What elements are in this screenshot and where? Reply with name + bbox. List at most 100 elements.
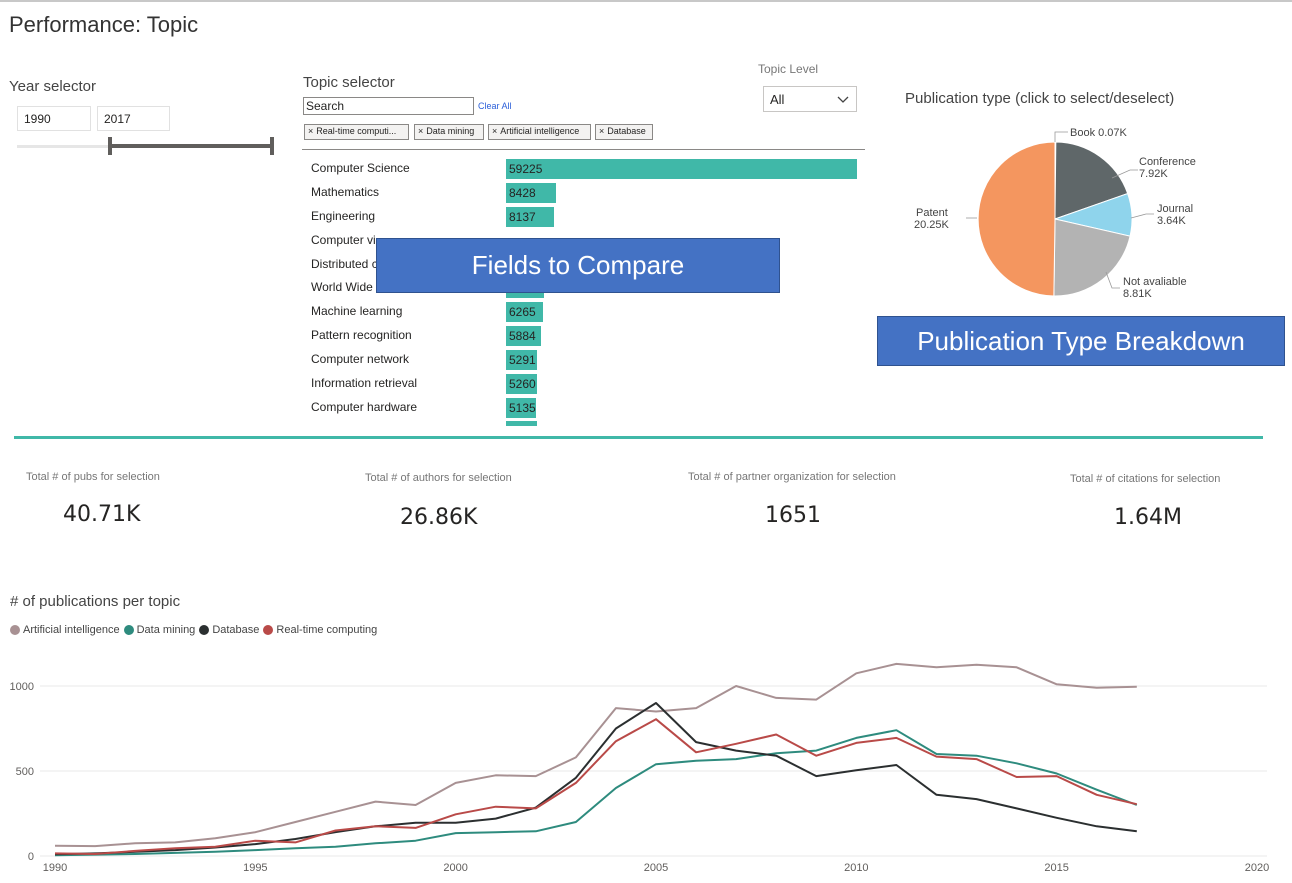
pie-slice-patent[interactable]: [977, 141, 1056, 297]
series-line-real-time-computing[interactable]: [54, 718, 1138, 855]
leader-line-book: [1054, 131, 1068, 142]
topic-row-label: Computer vi: [311, 233, 376, 247]
y-tick-label: 1000: [10, 681, 34, 693]
y-tick-label: 0: [28, 851, 34, 863]
topic-row-value: 8137: [509, 210, 536, 224]
topic-row-label: Information retrieval: [311, 376, 418, 390]
topic-row-value: 5135: [509, 401, 536, 415]
x-tick-label: 1995: [243, 862, 267, 874]
year-to-input[interactable]: 2017: [97, 106, 170, 131]
legend-label: Artificial intelligence: [23, 624, 120, 636]
topic-row-value: 6265: [509, 305, 536, 319]
chip-real-time-computing[interactable]: × Real-time computi...: [304, 124, 409, 140]
topic-row-label: Pattern recognition: [311, 328, 412, 342]
x-tick-label: 2015: [1044, 862, 1068, 874]
x-tick-label: 1990: [43, 862, 67, 874]
publication-type-pie[interactable]: Book 0.07K Conference 7.92K Journal 3.64…: [880, 118, 1280, 308]
leader-line-journal: [1130, 213, 1154, 219]
pie-label-journal: Journal: [1157, 203, 1193, 215]
pie-label-conference: Conference: [1139, 156, 1196, 168]
legend-dot: [123, 625, 134, 635]
topic-row-bar: [506, 159, 857, 179]
pie-label-not-available: Not avaliable: [1123, 276, 1187, 288]
kpi-pubs-value: 40.71K: [63, 502, 141, 527]
topic-row-label: Mathematics: [311, 185, 380, 199]
y-tick-label: 500: [16, 766, 34, 778]
chip-label: Real-time computi...: [316, 126, 397, 136]
legend-item-data-mining[interactable]: Data mining: [123, 624, 196, 636]
series-line-data-mining[interactable]: [54, 729, 1138, 857]
topic-row[interactable]: Machine learning 6265: [303, 300, 863, 324]
pie-label-book: Book 0.07K: [1070, 127, 1128, 139]
topic-row[interactable]: Computer hardware 5135: [303, 396, 863, 420]
legend-dot: [263, 625, 274, 635]
kpi-pubs-label: Total # of pubs for selection: [26, 471, 160, 483]
topic-row-label: World Wide: [311, 280, 373, 294]
year-slider-end-handle[interactable]: [270, 137, 274, 155]
topic-row-label: Computer Science: [311, 161, 410, 175]
x-tick-label: 2010: [844, 862, 868, 874]
close-icon[interactable]: ×: [308, 126, 313, 136]
topic-level-dropdown[interactable]: All: [763, 86, 857, 112]
topic-row-label: Distributed c: [311, 257, 378, 271]
topic-row[interactable]: Computer Science 59225: [303, 157, 863, 181]
topic-row[interactable]: Information retrieval 5260: [303, 372, 863, 396]
chevron-down-icon: [837, 96, 849, 103]
fields-to-compare-callout: Fields to Compare: [376, 238, 780, 293]
pie-value-patent: 20.25K: [914, 219, 950, 231]
year-from-input[interactable]: 1990: [17, 106, 91, 131]
topic-row-value: 5884: [509, 329, 536, 343]
chip-artificial-intelligence[interactable]: × Artificial intelligence: [488, 124, 591, 140]
legend-dot: [199, 625, 210, 635]
year-slider-range: [110, 144, 272, 148]
x-tick-label: 2020: [1245, 862, 1269, 874]
pie-label-patent: Patent: [916, 207, 948, 219]
pie-title: Publication type (click to select/desele…: [905, 90, 1175, 107]
kpi-partners-value: 1651: [765, 503, 821, 528]
chip-label: Database: [607, 126, 646, 136]
topic-row-label: Computer hardware: [311, 400, 418, 414]
chip-database[interactable]: × Database: [595, 124, 653, 140]
topic-row-label: Computer network: [311, 352, 410, 366]
chip-data-mining[interactable]: × Data mining: [414, 124, 484, 140]
topic-row-label: Engineering: [311, 209, 376, 223]
topic-row-value: 8428: [509, 186, 536, 200]
topic-row-bar-partial: [506, 421, 537, 426]
legend-dot: [10, 625, 20, 635]
publication-type-breakdown-callout: Publication Type Breakdown: [877, 316, 1285, 366]
series-line-database[interactable]: [54, 702, 1137, 856]
x-tick-label: 2000: [443, 862, 467, 874]
topic-row[interactable]: Pattern recognition 5884: [303, 324, 863, 348]
legend-label: Data mining: [136, 624, 196, 636]
topic-row-value: 59225: [509, 162, 543, 176]
clear-all-link[interactable]: Clear All: [478, 101, 512, 111]
close-icon[interactable]: ×: [599, 126, 604, 136]
top-border: [0, 0, 1292, 2]
chip-label: Data mining: [426, 126, 475, 136]
legend-item-real-time[interactable]: Real-time computing: [263, 624, 377, 636]
topic-row[interactable]: Computer network 5291: [303, 348, 863, 372]
kpi-partners-label: Total # of partner organization for sele…: [688, 471, 896, 483]
pie-value-not-available: 8.81K: [1123, 288, 1152, 300]
topic-search-input[interactable]: Search: [303, 97, 474, 115]
topic-row-value: 5260: [509, 377, 536, 391]
publications-line-chart[interactable]: 0 500 1000 1990 1995 2000 2005 2010 2015 2020: [0, 660, 1292, 883]
topic-level-selected: All: [770, 92, 785, 107]
topic-list-divider: [302, 149, 865, 150]
line-chart-title: # of publications per topic: [10, 593, 181, 610]
legend-item-database[interactable]: Database: [199, 624, 259, 636]
line-chart-legend: Artificial intelligence Data mining Data…: [10, 624, 381, 636]
topic-row[interactable]: Engineering 8137: [303, 205, 863, 229]
topic-row[interactable]: Mathematics 8428: [303, 181, 863, 205]
chip-label: Artificial intelligence: [500, 126, 580, 136]
pie-value-conference: 7.92K: [1139, 168, 1168, 180]
topic-level-label: Topic Level: [758, 62, 819, 76]
kpi-authors-value: 26.86K: [400, 505, 478, 530]
topic-row-value: 5291: [509, 353, 536, 367]
x-tick-label: 2005: [644, 862, 668, 874]
topic-selector-label: Topic selector: [303, 74, 395, 91]
close-icon[interactable]: ×: [418, 126, 423, 136]
legend-item-ai[interactable]: Artificial intelligence: [10, 624, 120, 636]
year-slider-start-handle[interactable]: [108, 137, 112, 155]
close-icon[interactable]: ×: [492, 126, 497, 136]
